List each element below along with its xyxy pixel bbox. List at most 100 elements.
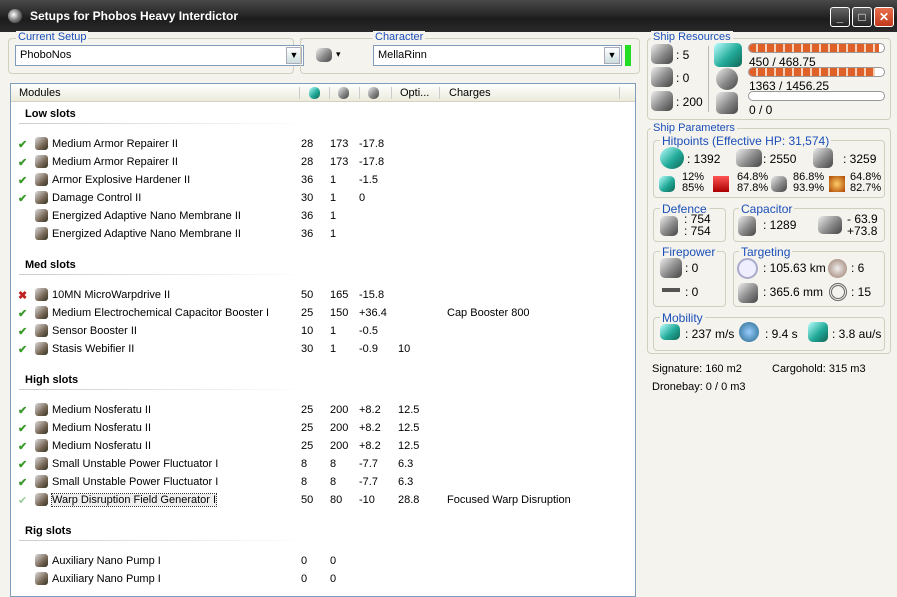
module-row[interactable]: Energized Adaptive Nano Membrane II 36 1: [15, 207, 625, 225]
online-check-icon[interactable]: ✔: [18, 325, 27, 338]
module-row[interactable]: ✔ Medium Nosferatu II 25 200 +8.2 12.5: [15, 419, 625, 437]
online-check-icon[interactable]: ✔: [18, 476, 27, 489]
setup-value: PhoboNos: [20, 49, 72, 61]
calibration-icon: [651, 91, 673, 111]
header-charges[interactable]: Charges: [449, 87, 491, 99]
cpu-column-icon[interactable]: [309, 87, 320, 99]
module-name: Auxiliary Nano Pump I: [52, 555, 161, 567]
module-row[interactable]: ✔ Damage Control II 30 1 0: [15, 189, 625, 207]
dronebay: Dronebay: 0 / 0 m3: [652, 381, 746, 393]
inactive-check-icon[interactable]: ✔: [18, 494, 27, 507]
online-check-icon[interactable]: ✔: [18, 174, 27, 187]
minimize-button[interactable]: _: [830, 7, 850, 27]
online-check-icon[interactable]: ✔: [18, 343, 27, 356]
module-row[interactable]: ✔ Armor Explosive Hardener II 36 1 -1.5: [15, 171, 625, 189]
module-cpu: 36: [301, 228, 314, 240]
online-check-icon[interactable]: ✔: [18, 440, 27, 453]
module-list[interactable]: Modules Opti... Charges Low slots ✔ Medium…: [10, 83, 636, 597]
module-row[interactable]: ✔ Medium Armor Repairer II 28 173 -17.8: [15, 135, 625, 153]
app-icon: [8, 9, 22, 23]
header-optimal[interactable]: Opti...: [400, 87, 429, 99]
scan-resolution: : 365.6 mm: [763, 285, 824, 299]
ship-parameters-title: Ship Parameters: [651, 122, 737, 134]
module-row[interactable]: ✖ 10MN MicroWarpdrive II 50 165 -15.8: [15, 286, 625, 304]
online-check-icon[interactable]: ✔: [18, 156, 27, 169]
module-cpu: 0: [301, 555, 308, 567]
module-cpu: 50: [301, 289, 314, 301]
module-cpu: 50: [301, 494, 314, 506]
module-powergrid: 1: [330, 343, 337, 355]
turret-dps-icon: [660, 258, 682, 278]
module-icon: [35, 306, 48, 319]
online-check-icon[interactable]: ✔: [18, 138, 27, 151]
module-cpu: 28: [301, 156, 314, 168]
online-check-icon[interactable]: ✔: [18, 422, 27, 435]
module-cpu: 8: [301, 458, 308, 470]
module-icon: [35, 288, 48, 301]
online-check-icon[interactable]: ✔: [18, 404, 27, 417]
module-powergrid: 1: [330, 192, 337, 204]
warp-speed: : 3.8 au/s: [832, 327, 882, 341]
capacitor-column-icon[interactable]: [368, 87, 379, 99]
cargohold: Cargohold: 315 m3: [772, 363, 866, 375]
module-charge: Focused Warp Disruption: [447, 494, 571, 506]
module-row[interactable]: Auxiliary Nano Pump I 0 0: [15, 570, 625, 588]
module-capacitor: +36.4: [359, 307, 387, 319]
module-row[interactable]: ✔ Small Unstable Power Fluctuator I 8 8 -7.7…: [15, 455, 625, 473]
module-name: Medium Nosferatu II: [52, 422, 152, 434]
online-check-icon[interactable]: ✔: [18, 307, 27, 320]
module-icon: [35, 475, 48, 488]
module-capacitor: -17.8: [359, 138, 385, 150]
module-powergrid: 173: [330, 156, 349, 168]
module-name: Medium Nosferatu II: [52, 440, 152, 452]
capacitor-title: Capacitor: [739, 202, 795, 216]
module-row[interactable]: ✔ Medium Electrochemical Capacitor Booste…: [15, 304, 625, 322]
module-row[interactable]: ✔ Stasis Webifier II 30 1 -0.9 10: [15, 340, 625, 358]
module-name: Medium Armor Repairer II: [52, 156, 178, 168]
capacitor-value: : 1289: [763, 218, 797, 232]
close-button[interactable]: ✕: [874, 7, 894, 27]
module-powergrid: 200: [330, 422, 349, 434]
maximize-button[interactable]: □: [852, 7, 872, 27]
structure-icon: [813, 148, 833, 168]
online-check-icon[interactable]: ✔: [18, 192, 27, 205]
module-row[interactable]: Energized Adaptive Nano Membrane II 36 1: [15, 225, 625, 243]
drone-bandwidth-bar: [748, 91, 885, 101]
offline-cross-icon[interactable]: ✖: [18, 289, 27, 302]
cap-recharge-icon: [818, 216, 842, 234]
header-modules[interactable]: Modules: [19, 87, 61, 99]
armor-hp: : 2550: [763, 152, 797, 166]
module-row[interactable]: ✔ Warp Disruption Field Generator I 50 80 -1…: [15, 491, 625, 509]
chevron-down-icon[interactable]: ▼: [604, 47, 620, 64]
module-optimal: 28.8: [398, 494, 420, 506]
module-optimal: 12.5: [398, 440, 420, 452]
module-row[interactable]: ✔ Medium Armor Repairer II 28 173 -17.8: [15, 153, 625, 171]
align-time: : 9.4 s: [765, 327, 798, 341]
module-row[interactable]: ✔ Medium Nosferatu II 25 200 +8.2 12.5: [15, 437, 625, 455]
module-cpu: 10: [301, 325, 314, 337]
setup-select[interactable]: PhoboNos ▼: [15, 45, 304, 66]
online-check-icon[interactable]: ✔: [18, 458, 27, 471]
max-targets-icon: [828, 259, 847, 278]
section-divider: [19, 123, 309, 124]
missile-dps-icon: [662, 288, 680, 292]
shield-hp: : 1392: [687, 152, 721, 166]
module-row[interactable]: ✔ Small Unstable Power Fluctuator I 8 8 -7.7…: [15, 473, 625, 491]
powergrid-bar: [748, 67, 885, 77]
module-icon: [35, 209, 48, 222]
section-header: Med slots: [25, 259, 76, 271]
turret-hardpoint-icon: [651, 44, 673, 64]
module-icon: [35, 403, 48, 416]
mobility-title: Mobility: [660, 311, 705, 325]
launcher-slots-value: : 0: [676, 71, 690, 85]
module-row[interactable]: ✔ Medium Nosferatu II 25 200 +8.2 12.5: [15, 401, 625, 419]
powergrid-column-icon[interactable]: [338, 87, 349, 99]
module-row[interactable]: ✔ Sensor Booster II 10 1 -0.5: [15, 322, 625, 340]
max-targets: : 6: [851, 261, 865, 275]
character-select[interactable]: MellaRinn ▼: [373, 45, 622, 66]
module-name: Small Unstable Power Fluctuator I: [52, 476, 219, 488]
module-row[interactable]: Auxiliary Nano Pump I 0 0: [15, 552, 625, 570]
module-capacitor: -7.7: [359, 476, 378, 488]
module-icon: [35, 493, 48, 506]
module-powergrid: 165: [330, 289, 349, 301]
